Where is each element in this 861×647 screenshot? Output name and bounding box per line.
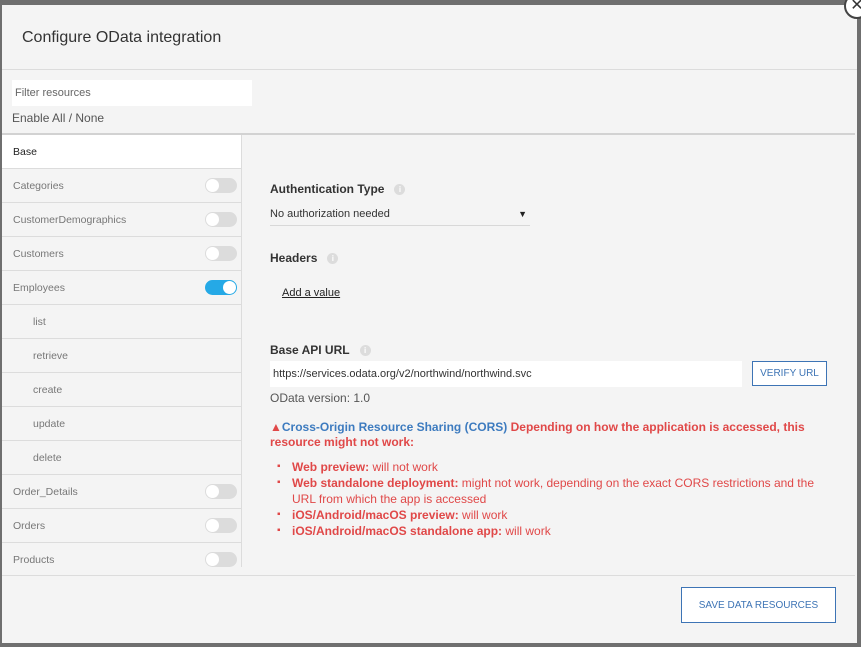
- sidebar-item-label: CustomerDemographics: [13, 213, 127, 226]
- auth-type-label-text: Authentication Type: [270, 182, 385, 196]
- sidebar-subitem-list[interactable]: list: [2, 305, 241, 339]
- cors-list-item: iOS/Android/macOS standalone app: will w…: [276, 523, 816, 539]
- enable-toggle[interactable]: [205, 280, 237, 295]
- info-icon[interactable]: i: [359, 344, 371, 356]
- filter-area: Enable All / None: [12, 80, 252, 125]
- enable-toggle[interactable]: [205, 518, 237, 533]
- sidebar-item-categories[interactable]: Categories: [2, 169, 241, 203]
- sidebar-item-label: Orders: [13, 519, 46, 532]
- enable-toggle[interactable]: [205, 552, 237, 567]
- cors-list-item: Web preview: will not work: [276, 459, 816, 475]
- sidebar-item-customerdemographics[interactable]: CustomerDemographics: [2, 203, 241, 237]
- auth-type-select[interactable]: No authorization needed ▼: [270, 203, 530, 226]
- base-api-url-label-text: Base API URL: [270, 343, 350, 357]
- base-api-url-input[interactable]: [270, 361, 742, 387]
- caret-down-icon: ▼: [518, 209, 527, 219]
- enable-toggle[interactable]: [205, 484, 237, 499]
- sidebar-item-customers[interactable]: Customers: [2, 237, 241, 271]
- cors-list-item: iOS/Android/macOS preview: will work: [276, 507, 816, 523]
- sidebar-subitem-create[interactable]: create: [2, 373, 241, 407]
- headers-label: Headers i: [270, 251, 339, 265]
- configure-odata-modal: Configure OData integration ✕ Enable All…: [2, 0, 861, 643]
- warning-icon: ▲: [270, 420, 282, 434]
- sidebar-item-label: Order_Details: [13, 485, 78, 498]
- sidebar-item-employees[interactable]: Employees: [2, 271, 241, 305]
- cors-link[interactable]: Cross-Origin Resource Sharing (CORS): [282, 420, 507, 434]
- sidebar-item-products[interactable]: Products: [2, 543, 241, 567]
- auth-type-label: Authentication Type i: [270, 182, 406, 196]
- modal-header: Configure OData integration: [2, 5, 857, 70]
- cors-list-item: Web standalone deployment: might not wor…: [276, 475, 816, 507]
- enable-toggle[interactable]: [205, 178, 237, 193]
- sidebar-item-label: Base: [13, 145, 37, 158]
- cors-warning: ▲Cross-Origin Resource Sharing (CORS) De…: [270, 420, 830, 450]
- sidebar-item-label: list: [33, 315, 46, 328]
- odata-version-text: OData version: 1.0: [270, 391, 371, 405]
- verify-url-button[interactable]: VERIFY URL: [752, 361, 827, 386]
- sidebar-item-label: Customers: [13, 247, 64, 260]
- cors-item-text: will not work: [369, 460, 438, 474]
- sidebar-item-label: delete: [33, 451, 62, 464]
- sidebar-item-label: create: [33, 383, 63, 396]
- enable-toggle[interactable]: [205, 212, 237, 227]
- sidebar-subitem-update[interactable]: update: [2, 407, 241, 441]
- cors-item-title: Web preview:: [292, 460, 370, 474]
- cors-item-text: will work: [502, 524, 551, 538]
- enable-toggle[interactable]: [205, 246, 237, 261]
- filter-resources-input[interactable]: [12, 80, 252, 106]
- sidebar-item-order-details[interactable]: Order_Details: [2, 475, 241, 509]
- cors-item-title: iOS/Android/macOS preview:: [292, 508, 459, 522]
- info-icon[interactable]: i: [327, 252, 339, 264]
- sidebar-item-label: Categories: [13, 179, 64, 192]
- resource-sidebar: Base Categories CustomerDemographics Custom…: [2, 135, 242, 567]
- sidebar-item-label: update: [33, 417, 66, 430]
- sidebar-item-label: Employees: [13, 281, 65, 294]
- sidebar-subitem-retrieve[interactable]: retrieve: [2, 339, 241, 373]
- cors-impact-list: Web preview: will not workWeb standalone…: [276, 459, 816, 539]
- sidebar-subitem-delete[interactable]: delete: [2, 441, 241, 475]
- footer-divider: [2, 575, 855, 576]
- save-data-resources-button[interactable]: SAVE DATA RESOURCES: [681, 587, 836, 623]
- headers-label-text: Headers: [270, 251, 318, 265]
- sidebar-item-label: Products: [13, 553, 55, 566]
- sidebar-item-base[interactable]: Base: [2, 135, 241, 169]
- modal-title: Configure OData integration: [22, 29, 222, 46]
- auth-type-selected-value: No authorization needed: [270, 208, 390, 220]
- add-value-link[interactable]: Add a value: [282, 287, 340, 299]
- sidebar-item-orders[interactable]: Orders: [2, 509, 241, 543]
- base-api-url-label: Base API URL i: [270, 343, 371, 357]
- cors-item-title: iOS/Android/macOS standalone app:: [292, 524, 503, 538]
- info-icon[interactable]: i: [394, 183, 406, 195]
- cors-item-title: Web standalone deployment:: [292, 476, 459, 490]
- cors-item-text: will work: [458, 508, 508, 522]
- enable-all-none-link[interactable]: Enable All / None: [12, 111, 252, 125]
- sidebar-item-label: retrieve: [33, 349, 69, 362]
